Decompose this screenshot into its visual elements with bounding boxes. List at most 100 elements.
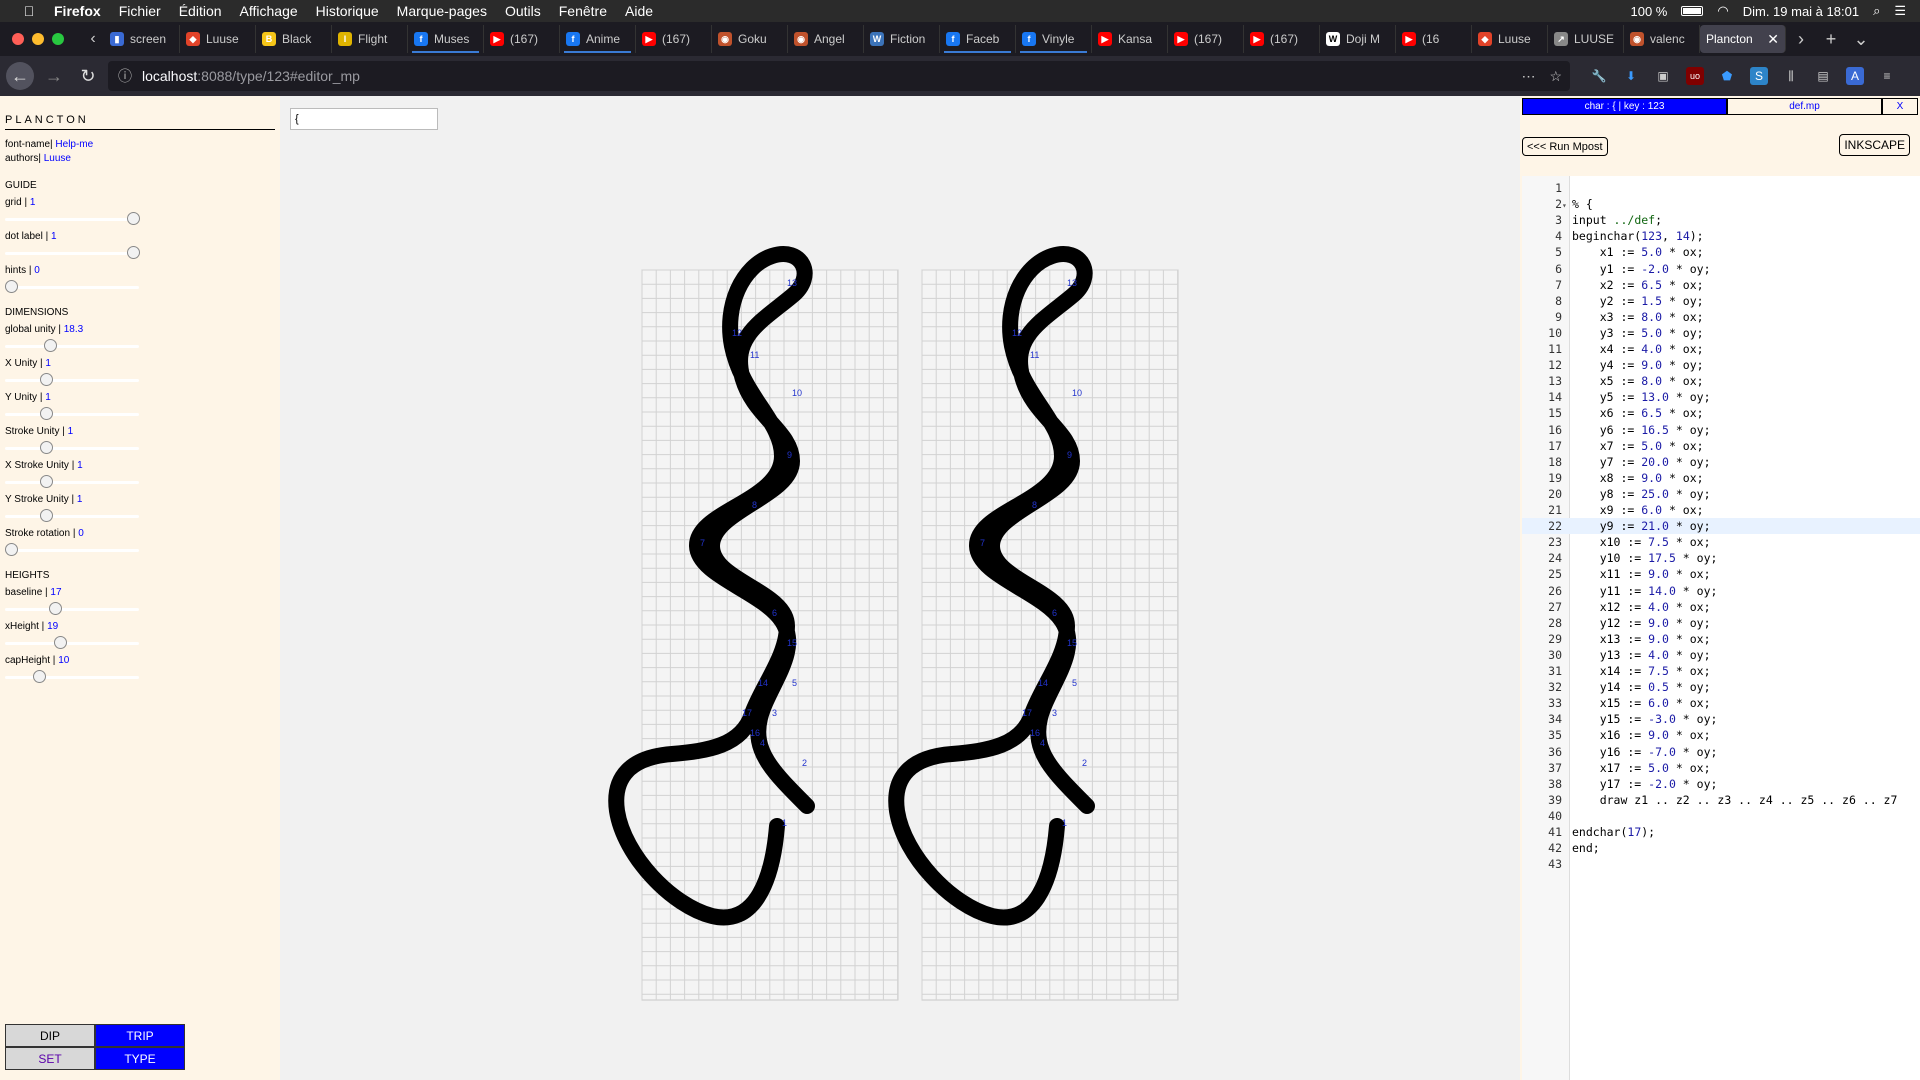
menu-fenetre[interactable]: Fenêtre: [559, 3, 607, 19]
slider[interactable]: [5, 440, 139, 454]
slider-thumb[interactable]: [44, 339, 58, 352]
browser-tab[interactable]: ◉ Goku: [712, 25, 788, 53]
slider[interactable]: [5, 245, 140, 259]
ublock-icon[interactable]: uo: [1686, 67, 1704, 85]
apple-icon[interactable]: : [20, 3, 38, 19]
library-icon[interactable]: ⫼: [1782, 67, 1800, 85]
reload-icon[interactable]: ↻: [74, 62, 102, 90]
slider-thumb[interactable]: [5, 280, 18, 293]
slider[interactable]: [5, 372, 139, 386]
browser-tab[interactable]: f Muses: [408, 25, 484, 53]
forward-arrow-icon[interactable]: →: [40, 62, 68, 90]
code-line[interactable]: 31 x14 := 7.5 * ox;: [1522, 663, 1920, 679]
list-all-tabs-icon[interactable]: ⌄: [1846, 29, 1876, 50]
code-line[interactable]: 13 x5 := 8.0 * ox;: [1522, 373, 1920, 389]
mode-type-button[interactable]: TYPE: [95, 1047, 185, 1070]
code-line[interactable]: 8 y2 := 1.5 * oy;: [1522, 293, 1920, 309]
code-line[interactable]: 24 y10 := 17.5 * oy;: [1522, 550, 1920, 566]
code-line[interactable]: 28 y12 := 9.0 * oy;: [1522, 615, 1920, 631]
browser-tab[interactable]: W Doji M: [1320, 25, 1396, 53]
hamburger-menu-icon[interactable]: ≡: [1878, 67, 1896, 85]
code-line[interactable]: 23 x10 := 7.5 * ox;: [1522, 534, 1920, 550]
slider[interactable]: [5, 279, 139, 293]
tabs-scroll-left-icon[interactable]: ‹: [82, 30, 104, 48]
reader-sidebar-icon[interactable]: ▣: [1654, 67, 1672, 85]
code-line[interactable]: 29 x13 := 9.0 * ox;: [1522, 631, 1920, 647]
code-line[interactable]: 3 input ../def;: [1522, 212, 1920, 228]
close-editor-button[interactable]: X: [1882, 98, 1918, 115]
code-line[interactable]: 35 x16 := 9.0 * ox;: [1522, 727, 1920, 743]
browser-tab[interactable]: ▶ (167): [484, 25, 560, 53]
mode-set-button[interactable]: SET: [5, 1047, 95, 1070]
code-line[interactable]: 14 y5 := 13.0 * oy;: [1522, 389, 1920, 405]
slider-thumb[interactable]: [40, 441, 54, 454]
code-line[interactable]: 39 draw z1 .. z2 .. z3 .. z4 .. z5 .. z6…: [1522, 792, 1920, 808]
tab-char-file[interactable]: char : { | key : 123: [1522, 98, 1727, 115]
slider-thumb[interactable]: [127, 246, 140, 259]
browser-tab[interactable]: f Faceb: [940, 25, 1016, 53]
character-input[interactable]: [290, 108, 438, 130]
browser-tab[interactable]: f Anime: [560, 25, 636, 53]
code-line[interactable]: 11 x4 := 4.0 * ox;: [1522, 341, 1920, 357]
authors-link[interactable]: Luuse: [44, 153, 71, 164]
slider-thumb[interactable]: [40, 407, 54, 420]
slider[interactable]: [5, 508, 139, 522]
slider[interactable]: [5, 338, 139, 352]
code-area[interactable]: 1 2▾% {3 input ../def; 4 beginchar(123, 1…: [1522, 176, 1920, 1080]
close-window-icon[interactable]: [12, 33, 24, 45]
code-line[interactable]: 37 x17 := 5.0 * ox;: [1522, 760, 1920, 776]
url-bar[interactable]: ⓘ localhost:8088/type/123#editor_mp ⋯ ☆: [108, 61, 1570, 91]
inkscape-button[interactable]: INKSCAPE: [1839, 134, 1910, 156]
run-mpost-button[interactable]: <<< Run Mpost: [1522, 137, 1608, 156]
menu-fichier[interactable]: Fichier: [119, 3, 161, 19]
code-line[interactable]: 20 y8 := 25.0 * oy;: [1522, 486, 1920, 502]
code-line[interactable]: 21 x9 := 6.0 * ox;: [1522, 502, 1920, 518]
new-tab-icon[interactable]: +: [1816, 29, 1846, 50]
code-line[interactable]: 2▾% {: [1522, 196, 1920, 212]
slider-thumb[interactable]: [40, 475, 54, 488]
code-line[interactable]: 5 x1 := 5.0 * ox;: [1522, 244, 1920, 260]
code-line[interactable]: 10 y3 := 5.0 * oy;: [1522, 325, 1920, 341]
menu-affichage[interactable]: Affichage: [240, 3, 298, 19]
translate-extension-icon[interactable]: A: [1846, 67, 1864, 85]
browser-tab[interactable]: I Flight: [332, 25, 408, 53]
code-line[interactable]: 38 y17 := -2.0 * oy;: [1522, 776, 1920, 792]
clock[interactable]: Dim. 19 mai à 18:01: [1743, 4, 1859, 19]
browser-tab[interactable]: ◉ valenc: [1624, 25, 1700, 53]
browser-tab[interactable]: ◆ Luuse: [180, 25, 256, 53]
close-tab-icon[interactable]: ✕: [1767, 31, 1779, 48]
tab-def-file[interactable]: def.mp: [1727, 98, 1882, 115]
code-line[interactable]: 33 x15 := 6.0 * ox;: [1522, 695, 1920, 711]
code-line[interactable]: 15 x6 := 6.5 * ox;: [1522, 405, 1920, 421]
menu-aide[interactable]: Aide: [625, 3, 653, 19]
slider-thumb[interactable]: [40, 373, 54, 386]
code-line[interactable]: 34 y15 := -3.0 * oy;: [1522, 711, 1920, 727]
slider-thumb[interactable]: [48, 602, 62, 615]
slider[interactable]: [5, 601, 139, 615]
zoom-window-icon[interactable]: [52, 33, 64, 45]
site-info-icon[interactable]: ⓘ: [118, 66, 132, 86]
menu-marque-pages[interactable]: Marque-pages: [397, 3, 487, 19]
code-line[interactable]: 41 endchar(17);: [1522, 824, 1920, 840]
menu-app-firefox[interactable]: Firefox: [54, 3, 101, 19]
code-line[interactable]: 4 beginchar(123, 14);: [1522, 228, 1920, 244]
notes-extension-icon[interactable]: ▤: [1814, 67, 1832, 85]
slider[interactable]: [5, 669, 139, 683]
code-line[interactable]: 7 x2 := 6.5 * ox;: [1522, 277, 1920, 293]
download-icon[interactable]: ⬇: [1622, 67, 1640, 85]
browser-tab[interactable]: f Vinyle: [1016, 25, 1092, 53]
code-line[interactable]: 19 x8 := 9.0 * ox;: [1522, 470, 1920, 486]
stylus-extension-icon[interactable]: S: [1750, 67, 1768, 85]
code-line[interactable]: 42 end;: [1522, 840, 1920, 856]
code-line[interactable]: 43: [1522, 856, 1920, 872]
bookmark-star-icon[interactable]: ☆: [1549, 68, 1562, 85]
tabs-scroll-right-icon[interactable]: ›: [1786, 29, 1816, 50]
slider-thumb[interactable]: [40, 509, 54, 522]
code-line[interactable]: 32 y14 := 0.5 * oy;: [1522, 679, 1920, 695]
slider-thumb[interactable]: [5, 543, 18, 556]
mode-dip-button[interactable]: DIP: [5, 1024, 95, 1047]
shield-extension-icon[interactable]: ⬟: [1718, 67, 1736, 85]
code-line[interactable]: 40: [1522, 808, 1920, 824]
code-line[interactable]: 36 y16 := -7.0 * oy;: [1522, 744, 1920, 760]
tab-active[interactable]: Plancton ✕: [1700, 25, 1786, 53]
